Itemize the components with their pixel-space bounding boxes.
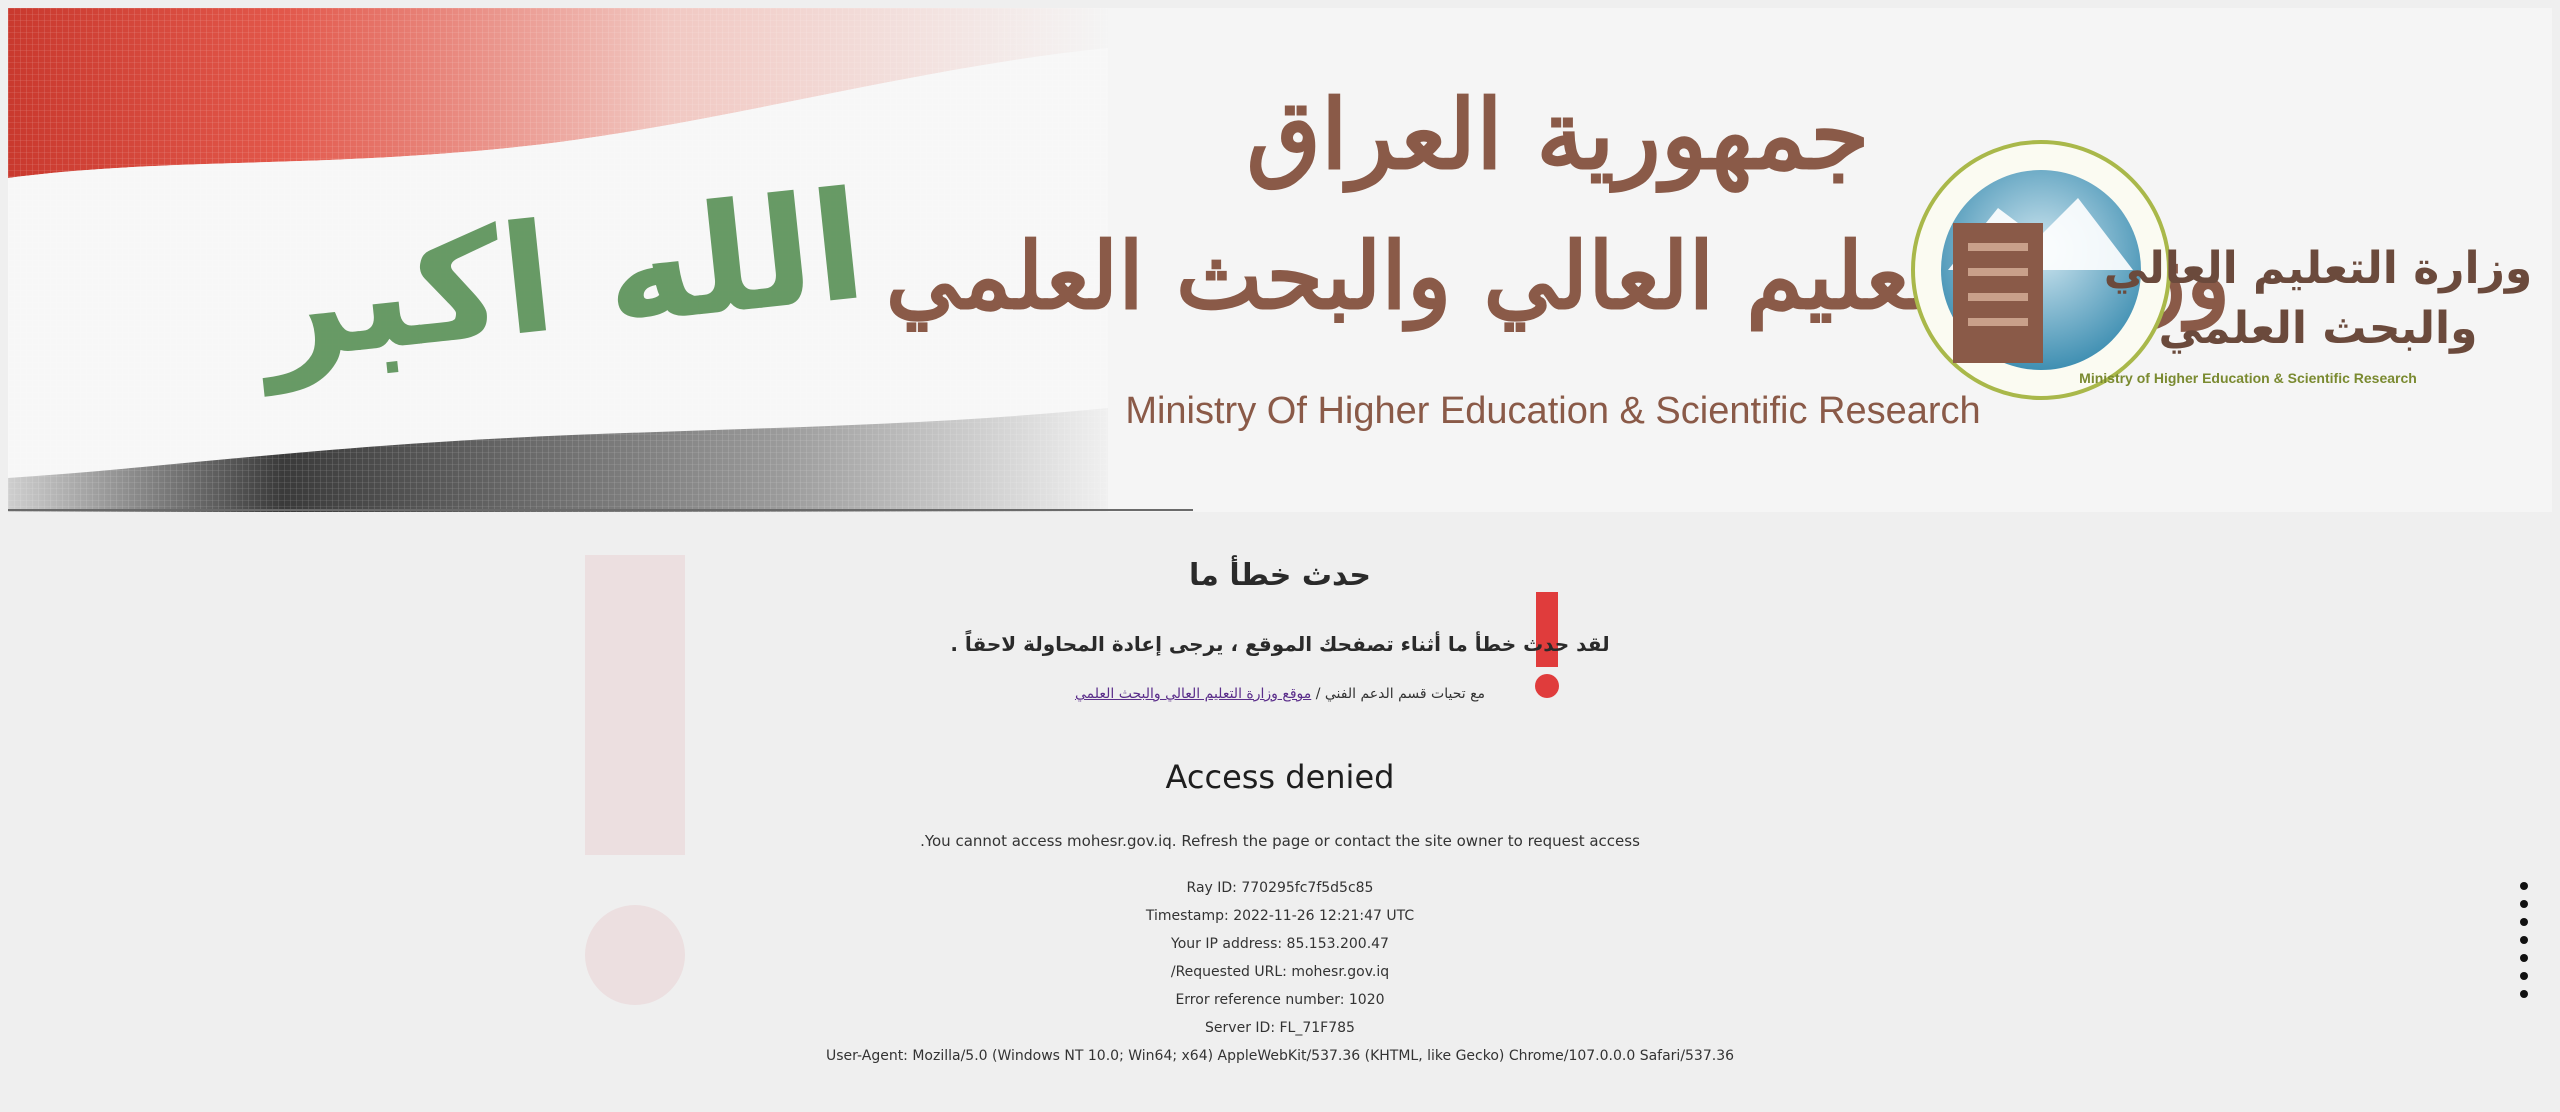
bullet-icon <box>2520 990 2528 998</box>
logo-title-line1: وزارة التعليم العالي <box>2104 243 2533 294</box>
bullet-icon <box>2520 936 2528 944</box>
header-banner: الله اكبر جمهورية العراق وزارة التعليم ا… <box>8 8 2552 512</box>
ip-address: Your IP address: 85.153.200.47 <box>1171 936 1389 952</box>
ministry-english-heading: Ministry Of Higher Education & Scientifi… <box>1125 390 1980 432</box>
bullet-icon <box>2520 882 2528 890</box>
timestamp: Timestamp: 2022-11-26 12:21:47 UTC <box>1145 908 1415 924</box>
error-details: Ray ID: 770295fc7f5d5c85 Timestamp: 2022… <box>0 874 2560 1070</box>
faded-exclamation-icon <box>585 555 685 855</box>
bullet-icon <box>2520 954 2528 962</box>
requested-url: /Requested URL: mohesr.gov.iq <box>1170 964 1390 980</box>
republic-heading: جمهورية العراق <box>1246 78 1869 193</box>
access-denied-title: Access denied <box>1165 758 1395 796</box>
error-message: لقد حدث خطأ ما أثناء تصفحك الموقع ، يرجى… <box>950 632 1610 656</box>
bullet-icon <box>2520 918 2528 926</box>
error-reference: Error reference number: 1020 <box>1175 992 1385 1008</box>
access-denied-message: .You cannot access mohesr.gov.iq. Refres… <box>920 832 1640 850</box>
bullet-icon <box>2520 972 2528 980</box>
logo-title-line2: والبحث العلمي <box>2159 303 2478 354</box>
bullet-list <box>2520 872 2528 1008</box>
logo-subtitle: Ministry of Higher Education & Scientifi… <box>2079 370 2417 386</box>
user-agent: User-Agent: Mozilla/5.0 (Windows NT 10.0… <box>825 1048 1735 1064</box>
ministry-site-link[interactable]: موقع وزارة التعليم العالي والبحث العلمي <box>1075 686 1311 702</box>
banner-graphic: الله اكبر جمهورية العراق وزارة التعليم ا… <box>8 8 2552 512</box>
bullet-icon <box>2520 900 2528 908</box>
error-title: حدث خطأ ما <box>1189 558 1371 593</box>
server-id: Server ID: FL_71F785 <box>1205 1020 1355 1036</box>
error-signature: مع تحيات قسم الدعم الفني / موقع وزارة ال… <box>0 686 2560 702</box>
ray-id: Ray ID: 770295fc7f5d5c85 <box>1186 880 1374 896</box>
signature-prefix: مع تحيات قسم الدعم الفني / <box>1311 686 1486 702</box>
